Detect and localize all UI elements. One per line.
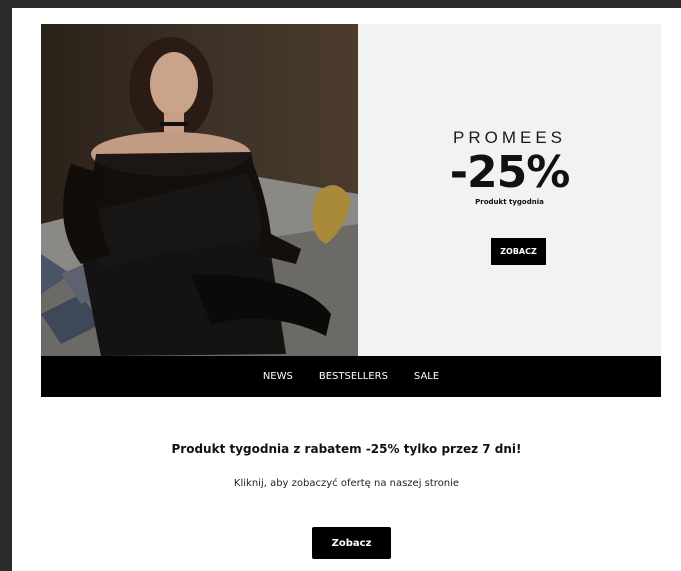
nav-bar: NEWS BESTSELLERS SALE <box>41 356 661 397</box>
hero-banner[interactable]: PROMEES -25% Produkt tygodnia ZOBACZ <box>41 24 661 356</box>
brand-logo: PROMEES <box>452 128 567 147</box>
zobacz-button[interactable]: Zobacz <box>312 527 391 559</box>
promo-subline: Kliknij, aby zobaczyć ofertę na naszej s… <box>233 478 460 489</box>
model-photo-icon <box>41 24 358 356</box>
nav-sale-link[interactable]: SALE <box>414 371 439 382</box>
promo-panel[interactable]: PROMEES -25% Produkt tygodnia ZOBACZ <box>358 24 661 356</box>
nav-bestsellers-link[interactable]: BESTSELLERS <box>319 371 388 382</box>
nav-news-link[interactable]: NEWS <box>263 371 293 382</box>
email-frame: PROMEES -25% Produkt tygodnia ZOBACZ NEW… <box>12 8 681 571</box>
product-of-week-label: Produkt tygodnia <box>475 198 544 206</box>
model-photo[interactable] <box>41 24 358 356</box>
hero-zobacz-button[interactable]: ZOBACZ <box>491 238 546 265</box>
promo-headline: Produkt tygodnia z rabatem -25% tylko pr… <box>171 442 522 456</box>
discount-value: -25% <box>449 147 571 198</box>
